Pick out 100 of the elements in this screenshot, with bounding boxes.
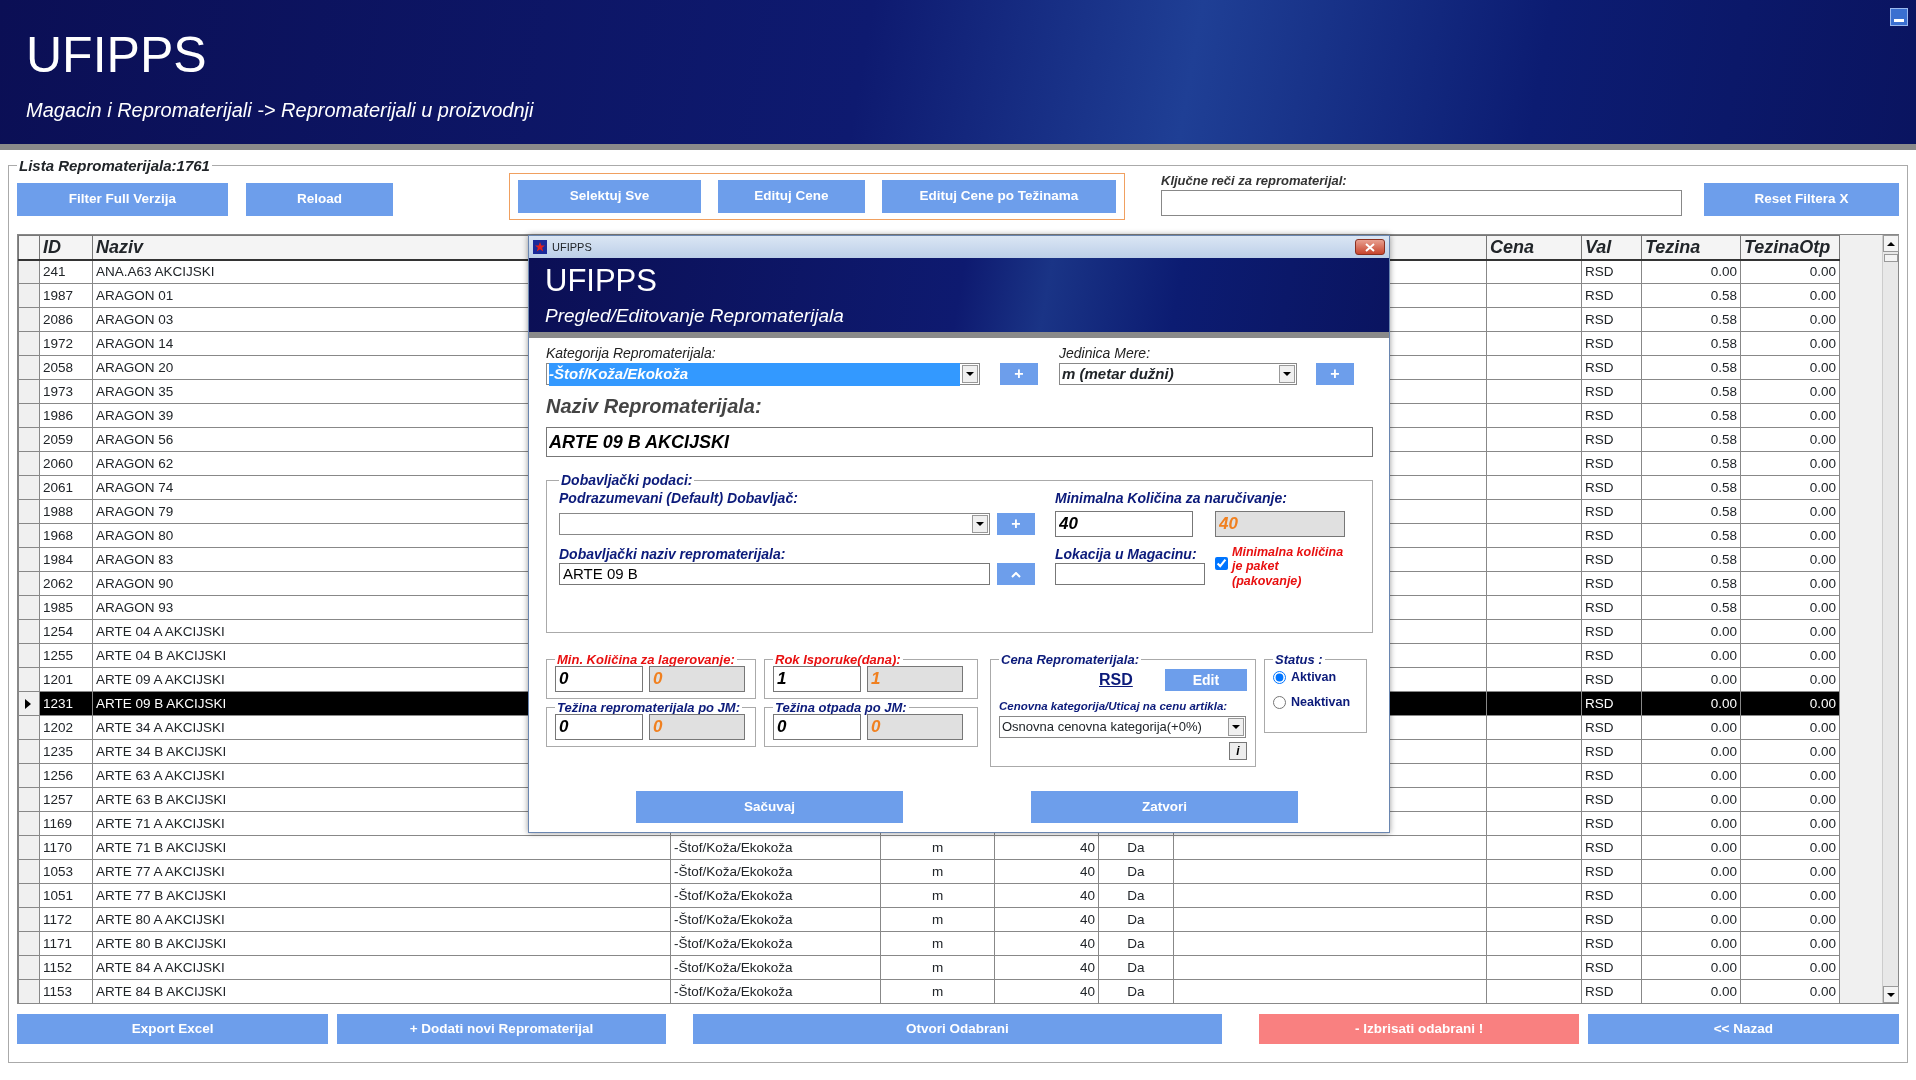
toolbar-button[interactable]: Reload: [246, 183, 393, 216]
table-cell: Da: [1098, 955, 1174, 980]
action-button[interactable]: Export Excel: [17, 1014, 329, 1044]
expand-button[interactable]: [997, 563, 1035, 586]
column-header[interactable]: ID: [39, 235, 93, 260]
unit-dropdown[interactable]: m (metar dužni): [1059, 363, 1297, 386]
table-cell: 40: [994, 835, 1099, 860]
add-button[interactable]: +: [997, 512, 1035, 535]
table-cell: Da: [1098, 883, 1174, 908]
table-cell: 0.00: [1740, 379, 1840, 404]
name-field[interactable]: ARTE 09 B AKCIJSKI: [546, 427, 1373, 458]
scroll-thumb[interactable]: [1883, 254, 1898, 262]
table-cell: 0.00: [1740, 355, 1840, 380]
edit-price-button[interactable]: Edit: [1164, 669, 1247, 692]
table-cell: 0.58: [1641, 427, 1741, 452]
search-field[interactable]: [1161, 190, 1682, 217]
toolbar-button[interactable]: Selektuj Sve: [518, 180, 701, 213]
computed-field[interactable]: 1: [867, 666, 963, 693]
search-label: Ključne reči za repromaterijal:: [1161, 171, 1348, 190]
table-cell: 0.58: [1641, 451, 1741, 476]
table-cell: m: [880, 883, 995, 908]
group-legend: Status :: [1273, 653, 1325, 667]
table-cell: 1968: [39, 523, 93, 548]
category-dropdown[interactable]: -Štof/Koža/Ekokoža: [546, 363, 980, 386]
scrollbar[interactable]: [1882, 235, 1898, 1003]
computed-field[interactable]: 0: [867, 714, 963, 741]
column-header[interactable]: TezinaOtp: [1740, 235, 1840, 260]
dialog-button[interactable]: Sačuvaj: [636, 791, 903, 824]
add-button[interactable]: +: [1000, 363, 1038, 386]
value-field[interactable]: 0: [773, 714, 861, 741]
table-cell: 0.00: [1740, 835, 1840, 860]
table-cell: 1152: [39, 955, 93, 980]
table-cell: 0.00: [1740, 955, 1840, 980]
table-cell: m: [880, 955, 995, 980]
table-cell: -Štof/Koža/Ekokoža: [670, 859, 881, 884]
table-cell: RSD: [1581, 715, 1642, 740]
table-cell: -Štof/Koža/Ekokoža: [670, 931, 881, 956]
table-cell: 0.00: [1740, 259, 1840, 284]
table-cell: RSD: [1581, 523, 1642, 548]
computed-field[interactable]: 0: [649, 666, 745, 693]
info-button[interactable]: i: [1229, 742, 1247, 761]
toolbar-button[interactable]: Edituj Cene po Težinama: [882, 180, 1116, 213]
table-cell: 0.00: [1740, 547, 1840, 572]
table-cell: 1988: [39, 499, 93, 524]
status-radio[interactable]: [1273, 671, 1286, 685]
table-cell: 1202: [39, 715, 93, 740]
table-cell: m: [880, 835, 995, 860]
table-cell: 0.00: [1641, 739, 1741, 764]
value-field[interactable]: 1: [773, 666, 861, 693]
table-cell: 0.00: [1740, 739, 1840, 764]
supplier-name-field[interactable]: ARTE 09 B: [559, 563, 990, 586]
table-cell: 1201: [39, 667, 93, 692]
table-cell: RSD: [1581, 835, 1642, 860]
table-cell: 2062: [39, 571, 93, 596]
column-header[interactable]: Tezina: [1641, 235, 1741, 260]
action-button[interactable]: + Dodati novi Repromaterijal: [337, 1014, 666, 1044]
dialog-button[interactable]: Zatvori: [1031, 791, 1298, 824]
table-cell: 0.00: [1740, 283, 1840, 308]
caret-icon: [1279, 365, 1295, 384]
table-cell: 2061: [39, 475, 93, 500]
close-button[interactable]: [1355, 239, 1385, 255]
table-cell: 40: [994, 979, 1099, 1004]
table-cell: 0.00: [1641, 643, 1741, 668]
table-cell: Da: [1098, 979, 1174, 1004]
add-button[interactable]: +: [1316, 363, 1354, 386]
table-cell: Da: [1098, 907, 1174, 932]
minimize-icon[interactable]: [1890, 8, 1908, 26]
table-cell: 1171: [39, 931, 93, 956]
toolbar-button[interactable]: Filter Full Verzija: [17, 183, 228, 216]
toolbar-button[interactable]: Edituj Cene: [718, 180, 865, 213]
package-checkbox[interactable]: [1215, 556, 1228, 570]
table-cell: 0.00: [1740, 979, 1840, 1004]
column-header[interactable]: Cena: [1486, 235, 1582, 260]
value-field[interactable]: 0: [555, 714, 643, 741]
table-cell: 1973: [39, 379, 93, 404]
table-cell: 1257: [39, 787, 93, 812]
action-button[interactable]: << Nazad: [1587, 1014, 1899, 1044]
table-cell: RSD: [1581, 955, 1642, 980]
computed-field[interactable]: 40: [1215, 510, 1345, 537]
min-order-field[interactable]: 40: [1055, 510, 1193, 537]
table-cell: RSD: [1581, 307, 1642, 332]
supplier-dropdown[interactable]: [559, 512, 990, 535]
currency-link[interactable]: RSD: [1099, 668, 1133, 693]
action-button[interactable]: Otvori Odabrani: [692, 1014, 1223, 1044]
table-cell: ARTE 77 B AKCIJSKI: [92, 883, 671, 908]
table-cell: 1172: [39, 907, 93, 932]
location-field[interactable]: [1055, 563, 1205, 586]
price-category-dropdown[interactable]: Osnovna cenovna kategorija(+0%): [999, 716, 1246, 739]
table-cell: 0.58: [1641, 331, 1741, 356]
table-cell: 1984: [39, 547, 93, 572]
table-cell: 1986: [39, 403, 93, 428]
scroll-down-icon[interactable]: [1882, 986, 1899, 1003]
scroll-up-icon[interactable]: [1882, 235, 1899, 252]
value-field[interactable]: 0: [555, 666, 643, 693]
reset-filter-button[interactable]: Reset Filtera X: [1704, 183, 1899, 216]
column-header[interactable]: Val: [1581, 235, 1642, 260]
table-cell: RSD: [1581, 499, 1642, 524]
delete-button[interactable]: - Izbrisati odabrani !: [1259, 1014, 1579, 1044]
computed-field[interactable]: 0: [649, 714, 745, 741]
status-radio[interactable]: [1273, 696, 1286, 709]
